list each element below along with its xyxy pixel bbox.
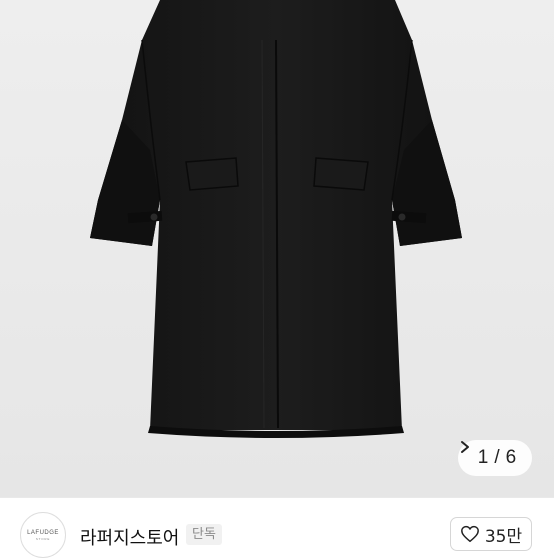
store-avatar[interactable]: LAFUDGE STORE [20, 512, 66, 558]
chevron-right-icon[interactable] [458, 440, 472, 454]
like-button[interactable]: 35만 [450, 517, 532, 551]
store-name[interactable]: 라퍼지스토어 [80, 524, 179, 550]
store-logo-subtext: STORE [35, 536, 51, 541]
heart-outline-icon [460, 525, 479, 543]
image-counter-total: 6 [505, 447, 517, 468]
store-info-bar: LAFUDGE STORE 라퍼지스토어 단독 35만 [0, 497, 554, 558]
store-logo-text: LAFUDGE [27, 529, 59, 536]
like-count: 35만 [484, 526, 523, 547]
product-image-carousel[interactable]: 1 / 6 [0, 0, 554, 497]
image-counter[interactable]: 1 / 6 [458, 440, 532, 476]
exclusive-badge: 단독 [186, 524, 222, 545]
image-counter-current: 1 [477, 447, 489, 468]
image-counter-separator: / [494, 447, 500, 468]
coat-product-photo [0, 0, 554, 497]
